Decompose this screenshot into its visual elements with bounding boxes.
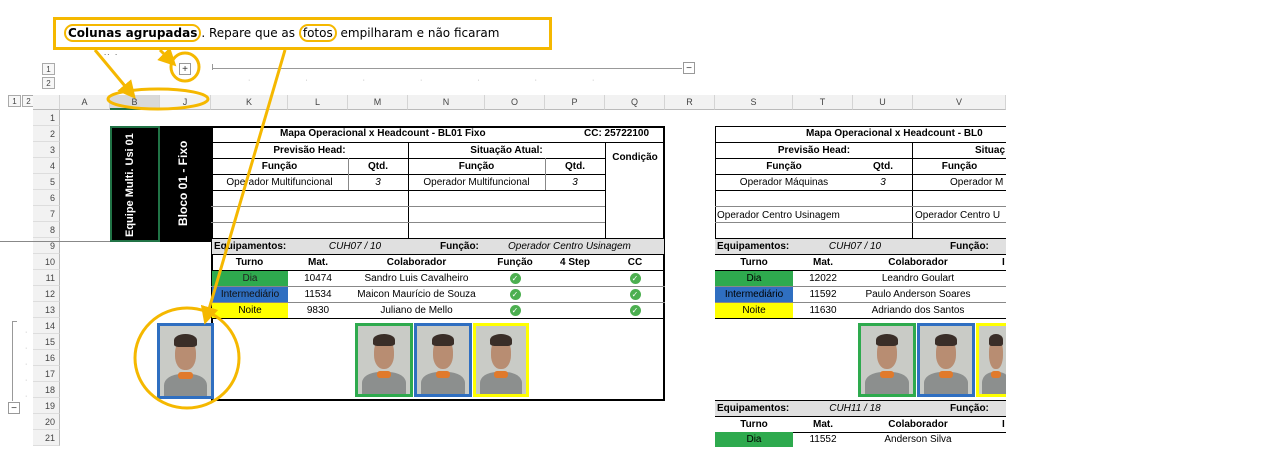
- highlight-expand-ellipse: [169, 51, 201, 83]
- highlight-photo-ellipse: [133, 306, 241, 410]
- annotation-overlay: [93, 47, 287, 410]
- highlight-columns-ellipse: [106, 87, 210, 111]
